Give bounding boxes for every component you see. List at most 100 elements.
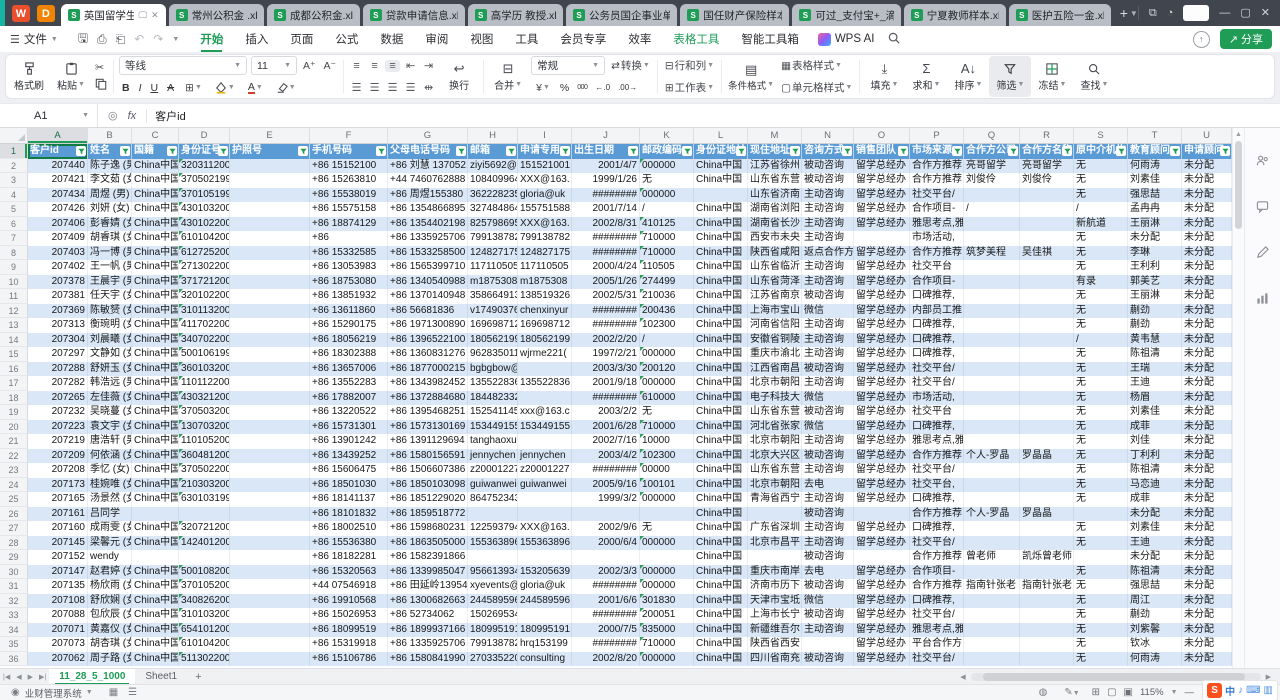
cell-P10[interactable]: 合作项目- [910,275,964,290]
cell-N22[interactable]: 被动咨询 [802,449,854,464]
cell-P24[interactable]: 社交平台, [910,478,964,493]
cell-U28[interactable]: 未分配 [1182,536,1232,551]
cell-S21[interactable]: 无 [1074,434,1128,449]
prev-sheet-icon[interactable]: ◀ [13,673,24,681]
filter-dropdown-button[interactable] [790,146,800,156]
cell-T13[interactable]: 蒯劲 [1128,318,1182,333]
cell-R34[interactable] [1020,623,1074,638]
cell-K14[interactable]: / [640,333,694,348]
comment-icon[interactable] [1256,200,1269,216]
cell-F32[interactable]: +86 19910568 [310,594,388,609]
cell-S23[interactable]: 无 [1074,463,1128,478]
filter-dropdown-button[interactable] [1062,146,1072,156]
cell-I31[interactable]: gloria@uk [518,579,572,594]
cell-L23[interactable]: China中国 [694,463,748,478]
fill-button[interactable]: ⤓ 填充▼ [863,56,905,97]
cell-S7[interactable]: 无 [1074,231,1128,246]
column-letter-U[interactable]: U [1182,128,1232,144]
cell-E27[interactable] [230,521,310,536]
cell-I8[interactable]: 124827175 [518,246,572,261]
cell-T5[interactable]: 孟冉冉 [1128,202,1182,217]
cell-B19[interactable]: 吴晓蔓 (女 [88,405,132,420]
cell-A23[interactable]: 207208 [28,463,88,478]
cell-C14[interactable]: China中国 [132,333,179,348]
cell-A36[interactable]: 207062 [28,652,88,667]
filter-dropdown-button[interactable] [628,146,638,156]
cell-P27[interactable]: 口碑推荐, [910,521,964,536]
cell-K35[interactable]: 710000 [640,637,694,652]
cell-C32[interactable]: China中国 [132,594,179,609]
cell-I14[interactable]: 180562199 [518,333,572,348]
cell-I5[interactable]: 155751588 [518,202,572,217]
filter-dropdown-button[interactable] [952,146,962,156]
cell-L19[interactable]: China中国 [694,405,748,420]
strikethrough-button[interactable]: A [167,82,174,94]
menu-item-智能工具箱[interactable]: 智能工具箱 [730,26,810,52]
cell-A25[interactable]: 207165 [28,492,88,507]
cell-M5[interactable]: 湖南省浏阳 [748,202,802,217]
cell-R20[interactable] [1020,420,1074,435]
cell-A12[interactable]: 207369 [28,304,88,319]
cell-D32[interactable]: 340826200106060020 [179,594,230,609]
layout-switch-icon[interactable]: ⧉ [1149,8,1157,19]
cell-H6[interactable]: 825798695 [468,217,518,232]
cell-E17[interactable] [230,376,310,391]
cell-K21[interactable]: 10000 [640,434,694,449]
cell-C30[interactable]: China中国 [132,565,179,580]
eye-protect-icon[interactable]: ◍ [1039,687,1048,698]
cell-N16[interactable]: 被动咨询 [802,362,854,377]
cell-D26[interactable] [179,507,230,522]
row-number[interactable]: 1 [0,144,28,159]
cell-R16[interactable] [1020,362,1074,377]
cell-O27[interactable]: 留学总经办 [854,521,910,536]
close-button[interactable]: ✕ [1261,8,1270,19]
header-cell-K[interactable]: 邮政编码 [640,144,694,159]
cell-B21[interactable]: 唐浩轩 (男 [88,434,132,449]
cell-T18[interactable]: 杨眉 [1128,391,1182,406]
cell-S4[interactable]: 无 [1074,188,1128,203]
cell-D11[interactable]: 32010220020531242X [179,289,230,304]
cell-E11[interactable] [230,289,310,304]
cell-J6[interactable]: 2002/8/31 [572,217,640,232]
cell-O23[interactable]: 留学总经办 [854,463,910,478]
cell-A22[interactable]: 207209 [28,449,88,464]
cell-D18[interactable]: 430321200211140121 [179,391,230,406]
cell-L13[interactable]: China中国 [694,318,748,333]
cell-R13[interactable] [1020,318,1074,333]
cell-L29[interactable]: China中国 [694,550,748,565]
cell-L36[interactable]: China中国 [694,652,748,667]
cell-U29[interactable]: 未分配 [1182,550,1232,565]
docer-logo-icon[interactable]: D [37,5,55,22]
maximize-button[interactable]: ▢ [1240,8,1250,19]
cell-J27[interactable]: 2002/9/6 [572,521,640,536]
cell-M9[interactable]: 山东省临沂 [748,260,802,275]
filter-dropdown-button[interactable] [506,146,516,156]
cell-O35[interactable]: 留学总经办 [854,637,910,652]
cell-C22[interactable]: China中国 [132,449,179,464]
cell-I25[interactable] [518,492,572,507]
column-letter-I[interactable]: I [518,128,572,144]
cell-D3[interactable]: 370502199901260083 [179,173,230,188]
cell-P23[interactable]: 社交平台/ [910,463,964,478]
cell-S8[interactable]: 无 [1074,246,1128,261]
cell-E12[interactable] [230,304,310,319]
row-number[interactable]: 18 [0,391,28,406]
cell-J3[interactable]: 1999/1/26 [572,173,640,188]
cell-H9[interactable]: 117110505 [468,260,518,275]
insert-function-icon[interactable]: ◎ [108,109,118,122]
cell-K19[interactable]: 无 [640,405,694,420]
cell-U2[interactable]: 未分配 [1182,159,1232,174]
cell-P7[interactable]: 市场活动, [910,231,964,246]
cell-P5[interactable]: 合作项目- [910,202,964,217]
cell-K2[interactable]: 000000 [640,159,694,174]
cell-P31[interactable]: 合作方推荐 [910,579,964,594]
cell-F2[interactable]: +86 15152100 [310,159,388,174]
cell-N20[interactable]: 微信 [802,420,854,435]
cell-G4[interactable]: +86 周煜155380 [388,188,468,203]
cell-M16[interactable]: 江西省南昌 [748,362,802,377]
cell-F8[interactable]: +86 15332585 [310,246,388,261]
cell-L11[interactable]: China中国 [694,289,748,304]
cell-U18[interactable]: 未分配 [1182,391,1232,406]
cell-style-button[interactable]: ▢ 单元格样式▼ [779,80,854,95]
cell-S3[interactable]: 无 [1074,173,1128,188]
